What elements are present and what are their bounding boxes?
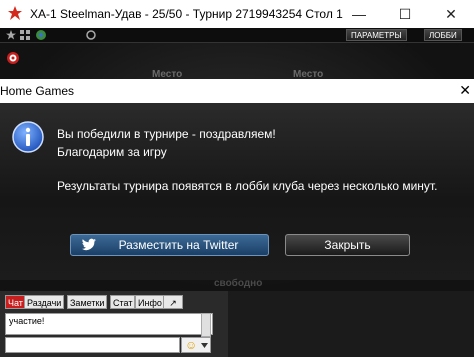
dialog-titlebar: Home Games ✕ — [0, 79, 474, 103]
refresh-icon[interactable] — [86, 30, 96, 40]
tab-info[interactable]: Инфо — [135, 295, 165, 309]
star-icon[interactable] — [6, 30, 16, 40]
tab-popout[interactable]: ↗ — [163, 295, 183, 309]
smiley-icon: ☺ — [185, 338, 198, 352]
chat-input[interactable] — [5, 337, 180, 353]
minimize-button[interactable]: — — [336, 0, 382, 28]
post-to-twitter-label: Разместить на Twitter — [118, 238, 239, 252]
maximize-button[interactable]: ☐ — [382, 0, 428, 28]
lobby-button[interactable]: ЛОББИ — [424, 29, 462, 41]
tab-stats[interactable]: Стат — [110, 295, 136, 309]
close-dialog-button[interactable]: Закрыть — [285, 234, 410, 256]
window-titlebar: XA-1 Steelman-Удав - 25/50 - Турнир 2719… — [0, 0, 474, 28]
chat-scrollbar[interactable] — [201, 313, 211, 337]
twitter-bird-icon — [81, 238, 96, 251]
info-icon — [12, 121, 44, 153]
dialog-message-congrats: Вы победили в турнире - поздравляем! — [57, 127, 276, 141]
settings-button[interactable]: ПАРАМЕТРЫ — [346, 29, 407, 41]
tournament-result-dialog: Home Games ✕ Вы победили в турнире - поз… — [0, 79, 474, 280]
dialog-message-thanks: Благодарим за игру — [57, 145, 167, 159]
pokerstars-logo-icon — [8, 6, 22, 20]
dialog-message-results: Результаты турнира появятся в лобби клуб… — [57, 179, 438, 193]
window-title: XA-1 Steelman-Удав - 25/50 - Турнир 2719… — [30, 7, 343, 21]
dialog-title: Home Games — [0, 84, 75, 98]
seat-free-label: свободно — [214, 278, 263, 289]
grid-icon[interactable] — [20, 30, 30, 40]
chat-log: участие! — [5, 313, 213, 335]
chevron-down-icon — [201, 343, 208, 348]
tab-hands[interactable]: Раздачи — [24, 295, 65, 309]
close-window-button[interactable]: ✕ — [428, 0, 474, 28]
target-icon[interactable] — [6, 51, 20, 65]
post-to-twitter-button[interactable]: Разместить на Twitter — [70, 234, 269, 256]
dialog-close-x[interactable]: ✕ — [459, 82, 471, 99]
tab-chat[interactable]: Чат — [5, 295, 26, 309]
emoji-picker-button[interactable]: ☺ — [181, 337, 211, 353]
table-toolbar: ПАРАМЕТРЫ ЛОББИ — [0, 28, 474, 43]
tab-notes[interactable]: Заметки — [67, 295, 108, 309]
chrome-icon[interactable] — [36, 30, 46, 40]
chat-log-line: участие! — [9, 316, 45, 326]
